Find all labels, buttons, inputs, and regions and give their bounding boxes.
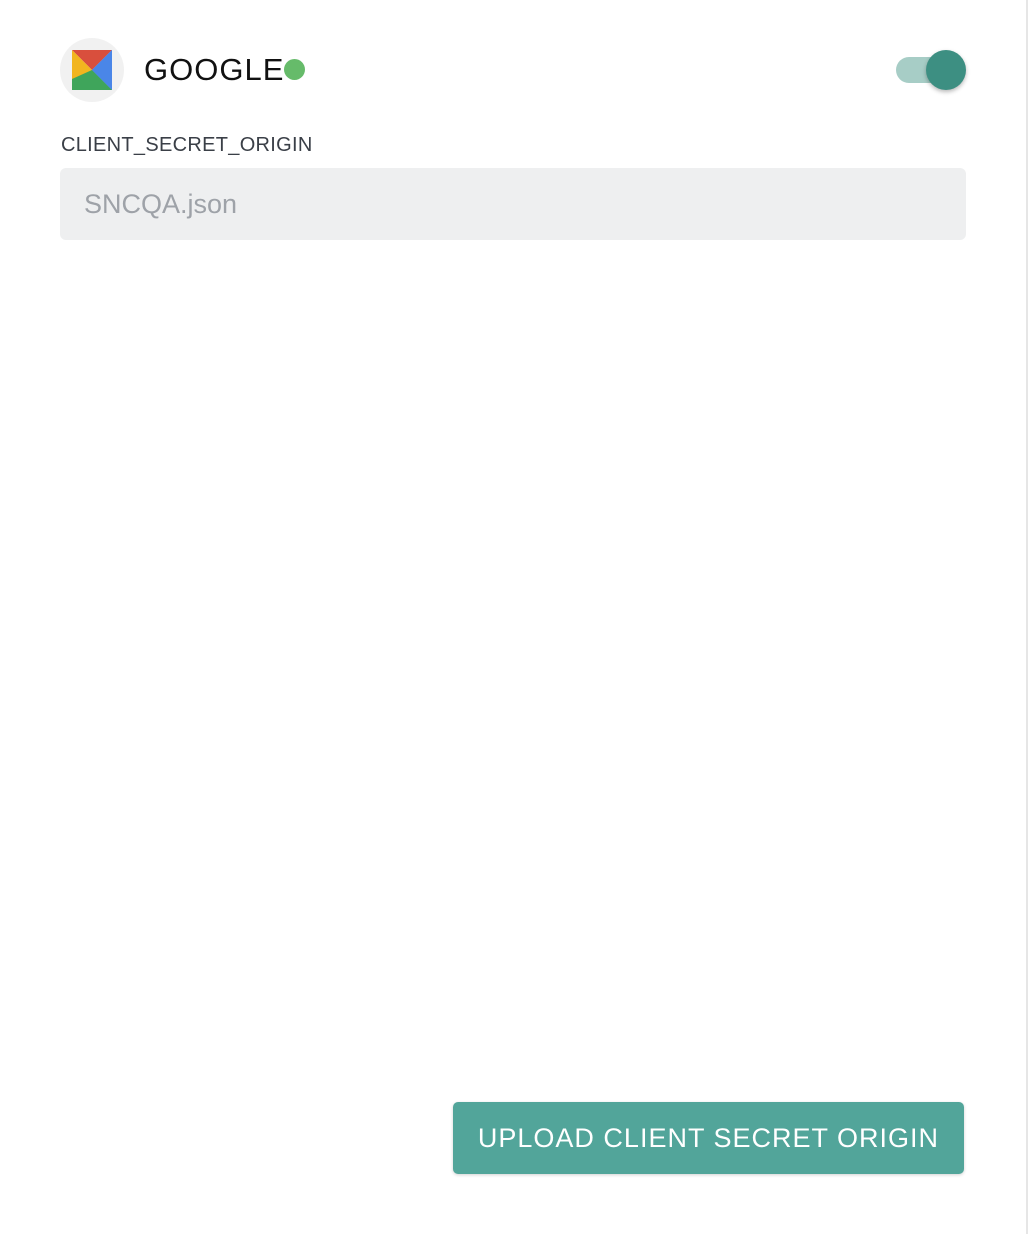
client-secret-origin-input[interactable] [60,168,966,240]
upload-client-secret-origin-button[interactable]: UPLOAD CLIENT SECRET ORIGIN [452,1102,964,1174]
provider-enable-toggle[interactable] [896,50,966,90]
provider-card: GOOGLE CLIENT_SECRET_ORIGIN UPLOAD CLIEN… [0,0,1028,1234]
client-secret-origin-label: CLIENT_SECRET_ORIGIN [61,134,313,156]
toggle-thumb[interactable] [926,50,966,90]
provider-name: GOOGLE [144,52,285,87]
google-mail-logo-icon [72,50,112,90]
status-indicator [284,59,305,80]
provider-header: GOOGLE [60,38,966,102]
provider-logo [60,38,124,102]
